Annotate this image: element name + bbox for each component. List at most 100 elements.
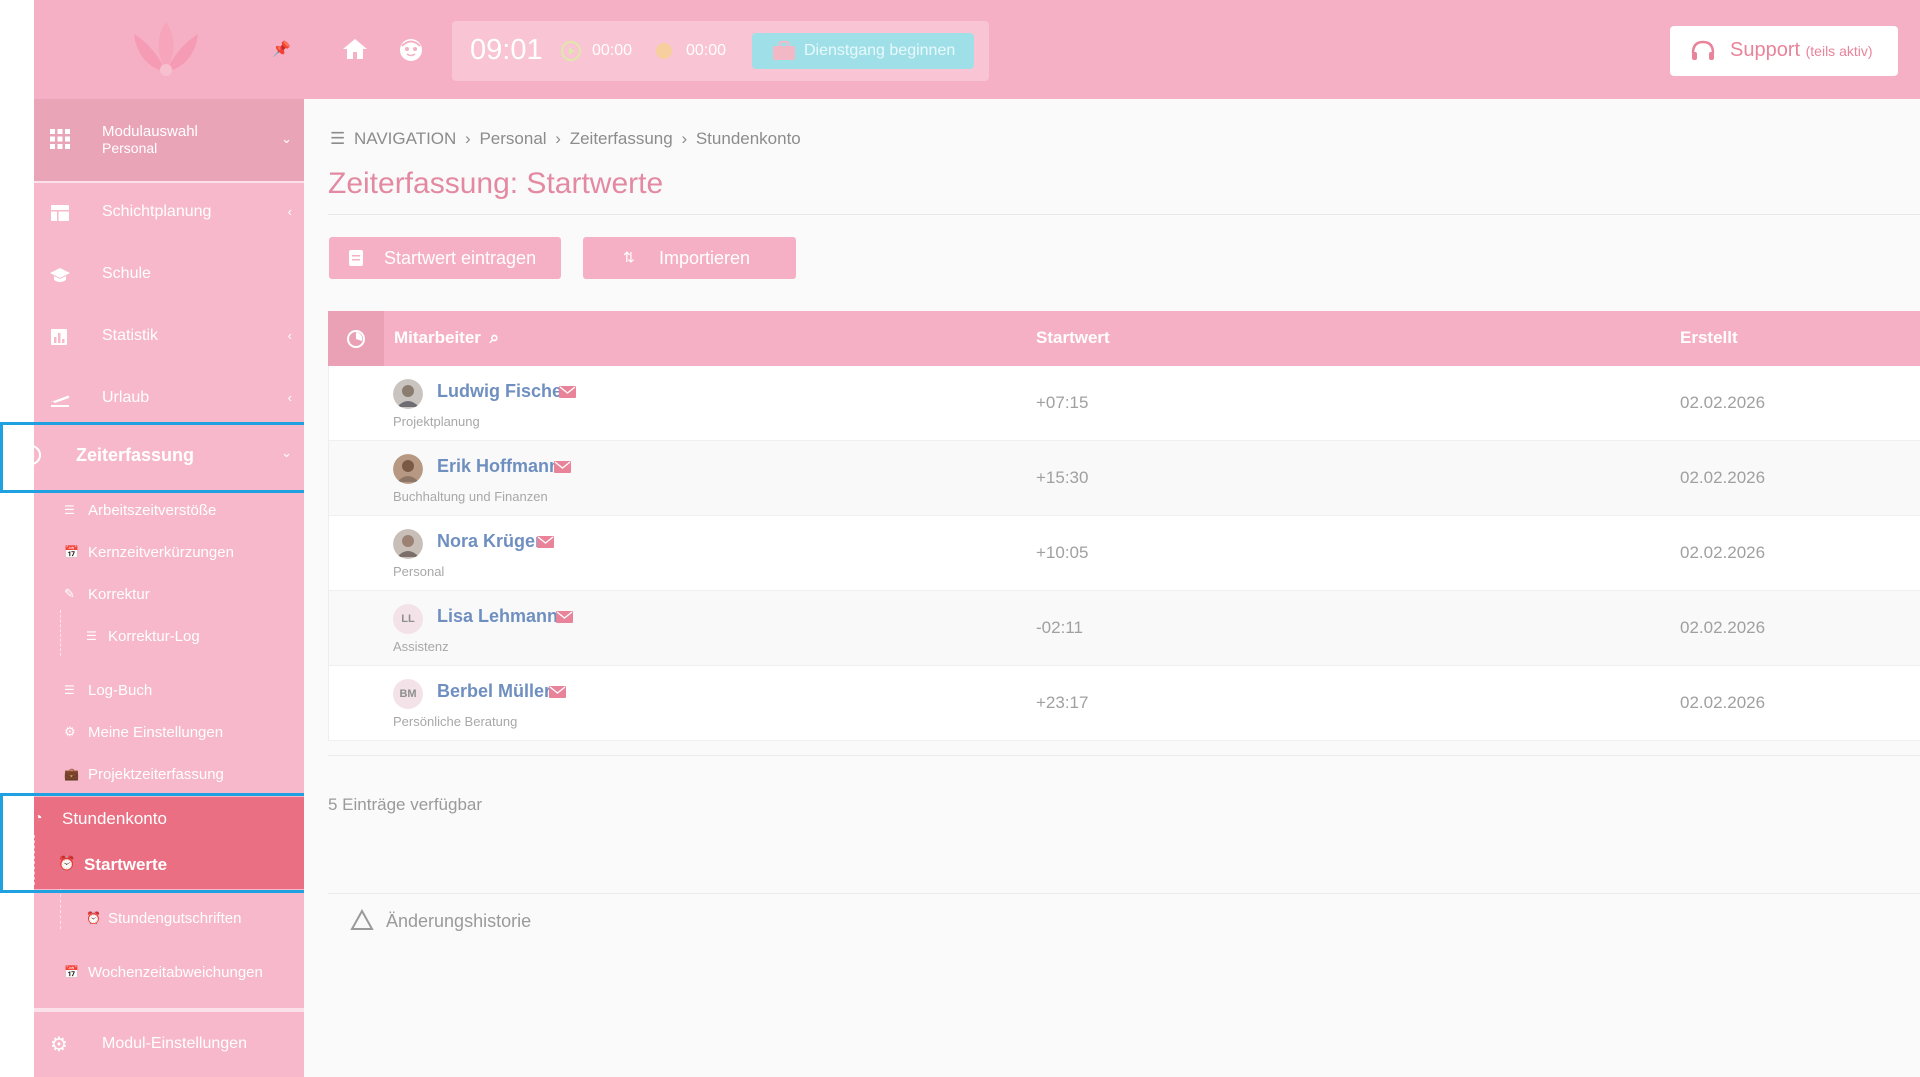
chevron-left-icon: ‹	[287, 390, 292, 405]
employee-name-link[interactable]: Berbel Müller	[437, 681, 551, 702]
gauge-icon: ◔	[34, 809, 43, 825]
sidebar-subitem-stundengutschriften[interactable]: ⏰ Stundengutschriften	[34, 902, 304, 936]
breadcrumb-item[interactable]: Personal	[479, 129, 546, 148]
sidebar-subitem-log-buch[interactable]: ☰ Log-Buch	[34, 674, 304, 708]
breadcrumb-item[interactable]: Stundenkonto	[696, 129, 801, 148]
chevron-left-icon: ‹	[287, 328, 292, 343]
chart-icon	[51, 329, 67, 345]
employee-department: Projektplanung	[393, 414, 480, 429]
breadcrumb-item[interactable]: Zeiterfassung	[570, 129, 673, 148]
mail-icon[interactable]	[549, 686, 566, 698]
sidebar-item-modul-einstellungen[interactable]: ⚙ Modul-Einstellungen	[34, 1008, 304, 1077]
table-header-icon-cell	[328, 311, 384, 366]
mail-icon[interactable]	[559, 386, 576, 398]
sidebar-subitem-stundenkonto[interactable]: ◔ Stundenkonto	[34, 801, 304, 835]
sidebar-subitem-label: Wochenzeitabweichungen	[88, 964, 263, 981]
change-history-toggle[interactable]: Änderungshistorie	[350, 908, 531, 936]
sidebar-subitem-label: Arbeitszeitverstöße	[88, 502, 217, 519]
home-icon[interactable]	[342, 37, 368, 61]
startwert-value: +15:30	[1036, 468, 1089, 487]
sidebar-subitem-kernzeitverkuerzungen[interactable]: 📅 Kernzeitverkürzungen	[34, 536, 304, 570]
employee-department: Buchhaltung und Finanzen	[393, 489, 548, 504]
support-button[interactable]: Support (teils aktiv)	[1670, 26, 1898, 76]
sidebar-item-zeiterfassung[interactable]: Zeiterfassung ⌄	[34, 425, 304, 485]
sidebar-subitem-startwerte[interactable]: ⏰ Startwerte	[34, 847, 304, 881]
sidebar-subitem-meine-einstellungen[interactable]: ⚙ Meine Einstellungen	[34, 716, 304, 750]
sidebar-subitem-arbeitszeitverstoesse[interactable]: ☰ Arbeitszeitverstöße	[34, 494, 304, 528]
mail-icon[interactable]	[537, 536, 554, 548]
divider	[328, 366, 329, 741]
sidebar-subitem-label: Stundengutschriften	[108, 910, 242, 927]
module-subtitle: Personal	[102, 140, 158, 156]
sidebar-item-schule[interactable]: Schule	[34, 246, 304, 304]
employee-name-link[interactable]: Lisa Lehmann	[437, 606, 558, 627]
employee-department: Assistenz	[393, 639, 449, 654]
sidebar-subitem-korrektur[interactable]: ✎ Korrektur	[34, 578, 304, 612]
sidebar: 📌 Modulauswahl Personal ⌄ Schichtplanung…	[34, 0, 304, 1077]
lotus-logo	[134, 22, 198, 76]
sidebar-subitem-label: Stundenkonto	[62, 809, 167, 828]
import-button[interactable]: ⇅ Importieren	[583, 237, 796, 279]
dienstgang-button[interactable]: Dienstgang beginnen	[752, 33, 974, 69]
table-header: Mitarbeiter ⌕ Startwert Erstellt	[328, 311, 1920, 366]
gear-icon: ⚙	[50, 1034, 68, 1056]
column-header-startwert[interactable]: Startwert	[1036, 328, 1110, 348]
sidebar-item-urlaub[interactable]: Urlaub ‹	[34, 370, 304, 428]
sidebar-item-label: Zeiterfassung	[76, 445, 195, 465]
column-header-employee[interactable]: Mitarbeiter ⌕	[394, 328, 499, 348]
sidebar-item-schichtplanung[interactable]: Schichtplanung ‹	[34, 184, 304, 242]
gear-icon: ⚙	[64, 724, 76, 739]
employee-name-link[interactable]: Erik Hoffmann	[437, 456, 560, 477]
graduation-cap-icon	[50, 268, 70, 282]
clock-icon	[34, 445, 41, 465]
breadcrumb-item[interactable]: NAVIGATION	[354, 129, 456, 148]
add-startwert-label: Startwert eintragen	[384, 248, 537, 268]
page-title: Zeiterfassung: Startwerte	[328, 167, 664, 200]
table-row: LL Lisa Lehmann Assistenz -02:11 02.02.2…	[328, 591, 1920, 666]
sidebar-subitem-label: Log-Buch	[88, 682, 153, 699]
sidebar-subitem-label: Startwerte	[84, 855, 168, 874]
break-timer: 00:00	[686, 42, 727, 59]
hamburger-icon[interactable]: ☰	[330, 129, 345, 148]
face-icon[interactable]	[398, 37, 424, 63]
sidebar-subitem-projektzeiterfassung[interactable]: 💼 Projektzeiterfassung	[34, 758, 304, 792]
sidebar-item-label: Urlaub	[102, 389, 150, 406]
sidebar-item-label: Schule	[102, 265, 151, 282]
startwert-value: +07:15	[1036, 393, 1089, 412]
startwert-value: -02:11	[1036, 618, 1083, 637]
current-time: 09:01	[470, 34, 543, 66]
startwerte-table: Mitarbeiter ⌕ Startwert Erstellt Ludwig …	[328, 311, 1920, 741]
table-row: Ludwig Fischer Projektplanung +07:15 02.…	[328, 366, 1920, 441]
employee-department: Personal	[393, 564, 445, 579]
sidebar-subitem-label: Kernzeitverkürzungen	[88, 544, 234, 561]
avatar	[393, 529, 423, 559]
sidebar-subitem-wochenzeitabweichungen[interactable]: 📅 Wochenzeitabweichungen	[34, 956, 304, 990]
employee-name-link[interactable]: Ludwig Fischer	[437, 381, 569, 402]
column-header-erstellt[interactable]: Erstellt	[1680, 328, 1738, 348]
sidebar-subitem-korrektur-log[interactable]: ☰ Korrektur-Log	[34, 620, 304, 654]
column-header-label: Mitarbeiter	[394, 328, 481, 347]
sort-arrows-icon: ⇅	[623, 249, 635, 265]
sidebar-item-statistik[interactable]: Statistik ‹	[34, 308, 304, 366]
sidebar-active-group: ◔ Stundenkonto ⏰ Startwerte	[34, 797, 304, 889]
sidebar-subitem-label: Korrektur-Log	[108, 628, 200, 645]
table-row: Nora Krüger Personal +10:05 02.02.2026	[328, 516, 1920, 591]
import-label: Importieren	[659, 248, 751, 268]
divider	[328, 755, 1920, 756]
created-date: 02.02.2026	[1680, 543, 1766, 562]
module-selector[interactable]: Modulauswahl Personal ⌄	[34, 99, 304, 181]
chevron-down-icon: ⌄	[281, 445, 292, 460]
pin-icon[interactable]: 📌	[272, 40, 291, 58]
calendar-icon: 📅	[64, 545, 79, 559]
mail-icon[interactable]	[556, 611, 573, 623]
headset-icon	[1691, 40, 1715, 60]
add-startwert-button[interactable]: Startwert eintragen	[329, 237, 561, 279]
play-circle-icon[interactable]	[560, 40, 582, 62]
gauge-icon	[347, 330, 365, 348]
employee-name-link[interactable]: Nora Krüger	[437, 531, 542, 552]
search-icon[interactable]: ⌕	[490, 328, 500, 347]
sidebar-subitem-label: Korrektur	[88, 586, 150, 603]
mail-icon[interactable]	[554, 461, 571, 473]
coffee-icon[interactable]	[655, 42, 673, 60]
created-date: 02.02.2026	[1680, 393, 1766, 412]
